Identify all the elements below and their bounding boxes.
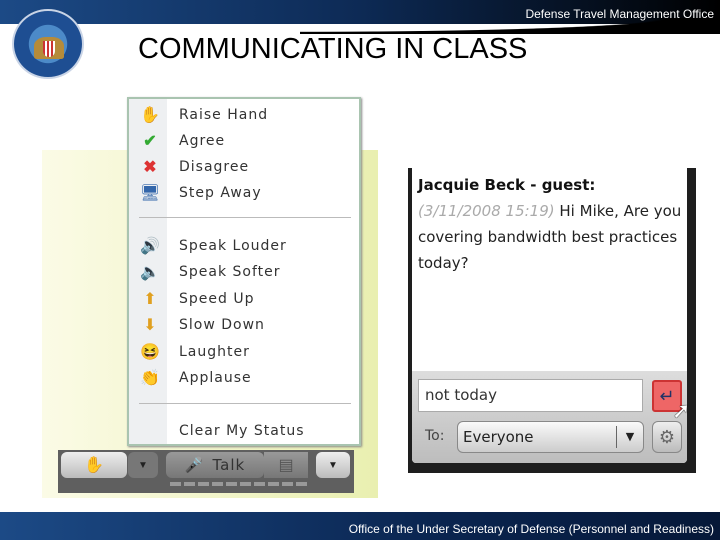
speaker-soft-icon: 🔈 — [140, 264, 160, 281]
chat-timestamp: (3/11/2008 15:19) — [418, 202, 555, 220]
footer-text: Office of the Under Secretary of Defense… — [348, 522, 714, 536]
arrow-up-icon: ⬆ — [143, 291, 157, 308]
raise-hand-icon: ✋ — [140, 107, 160, 124]
arrow-down-icon: ⬇ — [143, 317, 157, 334]
chevron-down-icon: ▼ — [138, 459, 148, 471]
lock-icon: ▤ — [278, 457, 294, 474]
status-button[interactable]: ✋ — [61, 452, 127, 478]
mouse-cursor-icon: ➚ — [672, 398, 691, 423]
raise-hand-icon: ✋ — [84, 457, 104, 474]
chevron-down-icon: ▼ — [328, 459, 338, 471]
chat-options-button[interactable]: ⚙ — [652, 421, 682, 453]
to-label: To: — [425, 428, 445, 444]
status-menu: ✋ Raise Hand ✔ Agree ✖ Disagree 🖥 Step Away … — [127, 97, 361, 446]
chat-message: Jacquie Beck - guest: (3/11/2008 15:19) … — [418, 172, 683, 276]
recipient-select[interactable]: Everyone ▼ — [457, 421, 644, 453]
menu-item-applause[interactable]: 👏 Applause — [129, 366, 359, 390]
menu-item-step-away[interactable]: 🖥 Step Away — [129, 181, 359, 205]
gear-icon: ⚙ — [658, 427, 676, 447]
chat-panel: Jacquie Beck - guest: (3/11/2008 15:19) … — [408, 168, 696, 473]
talk-dropdown-button[interactable]: ▼ — [316, 452, 350, 478]
lock-talk-button[interactable]: ▤ — [264, 452, 308, 478]
monitor-icon: 🖥 — [139, 185, 161, 202]
dod-seal-logo — [12, 9, 84, 79]
microphone-icon: 🎤 — [184, 456, 205, 474]
menu-divider — [139, 403, 351, 404]
menu-item-laughter[interactable]: 😆 Laughter — [129, 340, 359, 364]
x-icon: ✖ — [143, 159, 157, 176]
chat-sender: Jacquie Beck - guest: — [418, 176, 596, 194]
menu-item-clear-status[interactable]: Clear My Status — [129, 419, 359, 443]
menu-divider — [139, 217, 351, 218]
menu-item-speak-softer[interactable]: 🔈 Speak Softer — [129, 260, 359, 284]
menu-item-speed-up[interactable]: ⬆ Speed Up — [129, 287, 359, 311]
speaker-loud-icon: 🔊 — [140, 238, 160, 255]
checkmark-icon: ✔ — [143, 133, 157, 150]
menu-item-disagree[interactable]: ✖ Disagree — [129, 155, 359, 179]
chevron-down-icon: ▼ — [616, 426, 643, 448]
audio-level-meter — [170, 482, 307, 486]
org-name: Defense Travel Management Office — [525, 7, 714, 21]
menu-item-agree[interactable]: ✔ Agree — [129, 129, 359, 153]
laugh-icon: 😆 — [140, 344, 160, 361]
menu-item-slow-down[interactable]: ⬇ Slow Down — [129, 313, 359, 337]
applause-icon: 👏 — [140, 370, 160, 387]
status-dropdown-button[interactable]: ▼ — [128, 452, 158, 478]
talk-button[interactable]: 🎤 Talk — [166, 452, 264, 478]
menu-item-speak-louder[interactable]: 🔊 Speak Louder — [129, 234, 359, 258]
meeting-toolbar: ✋ ▼ 🎤 Talk ▤ ▼ — [58, 450, 354, 493]
menu-item-raise-hand[interactable]: ✋ Raise Hand — [129, 103, 359, 127]
page-title: COMMUNICATING IN CLASS — [138, 33, 528, 65]
chat-input[interactable]: not today — [418, 379, 643, 412]
